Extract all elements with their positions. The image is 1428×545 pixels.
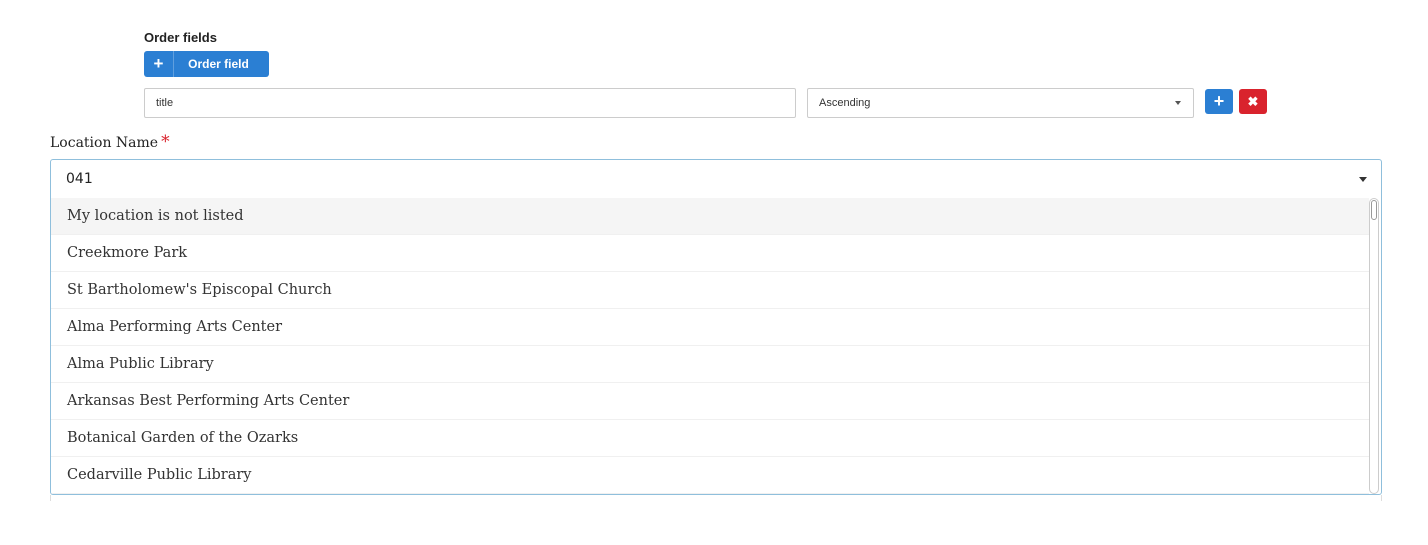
- form-bottom-edge: [50, 495, 1382, 501]
- plus-icon: +: [144, 51, 174, 77]
- remove-order-row-button[interactable]: ✖: [1239, 89, 1267, 114]
- order-fields-label: Order fields: [144, 30, 217, 45]
- page: Order fields + Order field Ascending + ✖…: [0, 0, 1428, 545]
- location-combobox[interactable]: My location is not listed Creekmore Park…: [50, 159, 1382, 495]
- close-icon: ✖: [1247, 93, 1259, 109]
- options-scrollbar[interactable]: [1369, 198, 1379, 494]
- location-option[interactable]: Alma Performing Arts Center: [51, 309, 1369, 346]
- add-order-field-label: Order field: [188, 57, 249, 71]
- add-order-row-button[interactable]: +: [1205, 89, 1233, 114]
- location-option[interactable]: Cedarville Public Library: [51, 457, 1369, 494]
- location-option[interactable]: My location is not listed: [51, 198, 1369, 235]
- combobox-input-row: [51, 160, 1381, 198]
- location-option[interactable]: Arkansas Best Performing Arts Center: [51, 383, 1369, 420]
- order-field-input[interactable]: [144, 88, 796, 118]
- chevron-down-icon: [1175, 101, 1181, 105]
- location-option[interactable]: Creekmore Park: [51, 235, 1369, 272]
- location-options-list: My location is not listed Creekmore Park…: [51, 198, 1369, 494]
- location-option[interactable]: Botanical Garden of the Ozarks: [51, 420, 1369, 457]
- scrollbar-thumb[interactable]: [1371, 200, 1377, 220]
- plus-icon: +: [1213, 91, 1225, 111]
- add-order-field-button[interactable]: + Order field: [144, 51, 269, 77]
- location-option[interactable]: St Bartholomew's Episcopal Church: [51, 272, 1369, 309]
- location-name-label: Location Name *: [50, 132, 170, 152]
- location-option[interactable]: Alma Public Library: [51, 346, 1369, 383]
- chevron-down-icon[interactable]: [1359, 176, 1367, 182]
- required-marker: *: [161, 132, 170, 152]
- sort-direction-select[interactable]: Ascending: [807, 88, 1194, 118]
- location-name-text: Location Name: [50, 135, 159, 151]
- sort-direction-value: Ascending: [819, 97, 871, 109]
- location-search-input[interactable]: [51, 160, 1359, 198]
